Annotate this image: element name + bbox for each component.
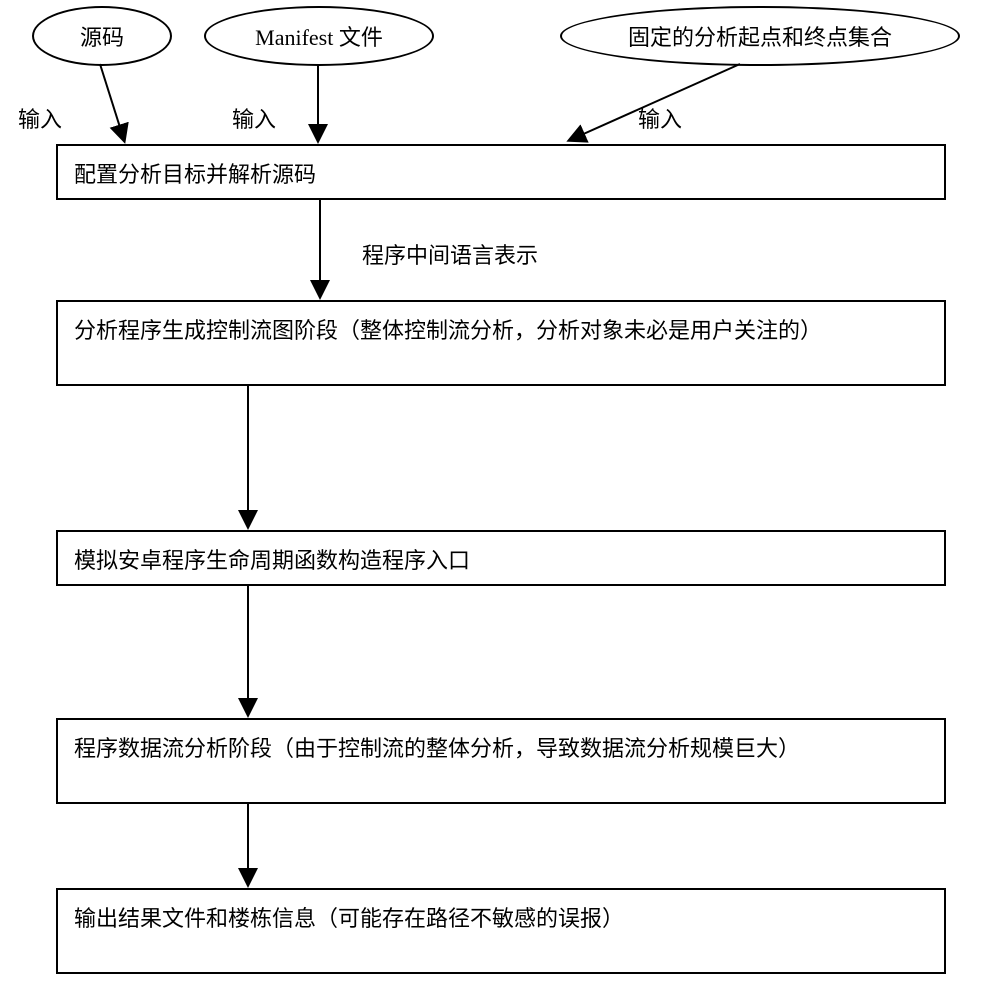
label-input-right: 输入 — [638, 102, 682, 134]
step1-text: 配置分析目标并解析源码 — [74, 162, 316, 187]
step2-text: 分析程序生成控制流图阶段（整体控制流分析，分析对象未必是用户关注的） — [74, 318, 822, 343]
ellipse-manifest: Manifest 文件 — [204, 6, 434, 66]
step4-text: 程序数据流分析阶段（由于控制流的整体分析，导致数据流分析规模巨大） — [74, 736, 800, 761]
ellipse-source-text: 源码 — [80, 20, 124, 52]
step5-box: 输出结果文件和楼栋信息（可能存在路径不敏感的误报） — [56, 888, 946, 974]
label-input-center: 输入 — [232, 102, 276, 134]
step4-box: 程序数据流分析阶段（由于控制流的整体分析，导致数据流分析规模巨大） — [56, 718, 946, 804]
step2-box: 分析程序生成控制流图阶段（整体控制流分析，分析对象未必是用户关注的） — [56, 300, 946, 386]
step1-box: 配置分析目标并解析源码 — [56, 144, 946, 200]
ellipse-fixed-set: 固定的分析起点和终点集合 — [560, 6, 960, 66]
ellipse-source: 源码 — [32, 6, 172, 66]
label-input-left: 输入 — [18, 102, 62, 134]
label-intermediate: 程序中间语言表示 — [362, 238, 538, 270]
step5-text: 输出结果文件和楼栋信息（可能存在路径不敏感的误报） — [74, 906, 624, 931]
ellipse-manifest-text: Manifest 文件 — [255, 20, 383, 52]
step3-text: 模拟安卓程序生命周期函数构造程序入口 — [74, 548, 470, 573]
ellipse-fixed-set-text: 固定的分析起点和终点集合 — [628, 20, 892, 52]
step3-box: 模拟安卓程序生命周期函数构造程序入口 — [56, 530, 946, 586]
